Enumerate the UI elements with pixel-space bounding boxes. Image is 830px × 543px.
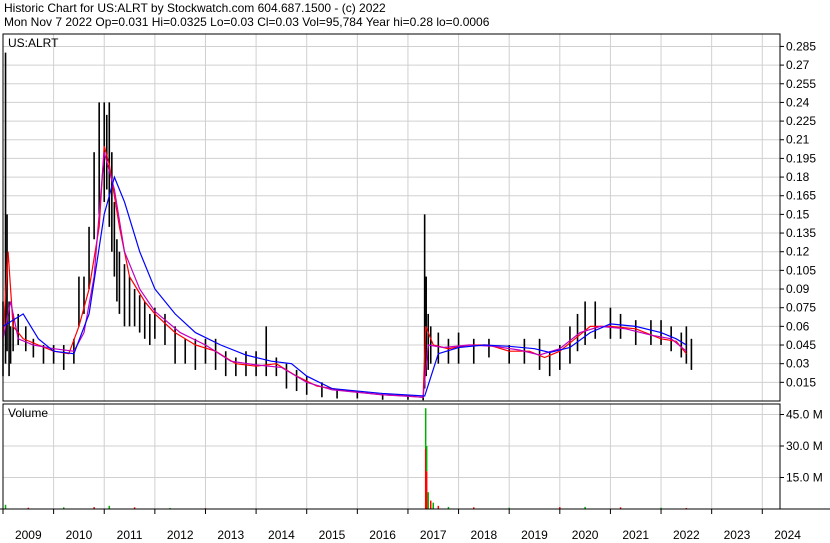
price-tick-label: 0.24: [786, 95, 810, 109]
moving-average-line: [2, 152, 687, 398]
x-tick-label: 2016: [369, 528, 396, 542]
price-bars: [2, 52, 693, 401]
price-tick-label: 0.135: [786, 226, 816, 240]
price-tick-label: 0.015: [786, 375, 816, 389]
x-tick-label: 2022: [673, 528, 700, 542]
moving-average-line: [2, 145, 687, 398]
price-tick-label: 0.15: [786, 207, 810, 221]
x-tick-label: 2023: [724, 528, 751, 542]
moving-average-line: [2, 175, 687, 397]
volume-tick-label: 30.0 M: [786, 439, 823, 453]
price-tick-label: 0.195: [786, 151, 816, 165]
price-panel-title: US:ALRT: [8, 36, 59, 50]
price-tick-label: 0.09: [786, 282, 810, 296]
price-tick-label: 0.225: [786, 114, 816, 128]
x-tick-label: 2021: [622, 528, 649, 542]
price-tick-label: 0.105: [786, 263, 816, 277]
volume-panel-frame: [2, 403, 781, 510]
x-tick-label: 2018: [471, 528, 498, 542]
price-axis-ticks: 0.285 0.27 0.255 0.24 0.225 0.21 0.195 0.18 0.16…: [780, 39, 816, 389]
x-tick-label: 2013: [217, 528, 244, 542]
price-tick-label: 0.18: [786, 170, 810, 184]
stock-chart: 0.285 0.27 0.255 0.24 0.225 0.21 0.195 0.18 0.16…: [0, 33, 830, 542]
volume-bars: [4, 408, 688, 509]
x-tick-label: 2017: [420, 528, 447, 542]
x-tick-label: 2012: [167, 528, 194, 542]
price-tick-label: 0.045: [786, 338, 816, 352]
price-tick-label: 0.21: [786, 133, 810, 147]
moving-averages: [2, 145, 687, 398]
price-tick-label: 0.075: [786, 301, 816, 315]
volume-tick-label: 45.0 M: [786, 408, 823, 422]
x-tick-label: 2014: [268, 528, 295, 542]
price-tick-label: 0.27: [786, 58, 810, 72]
x-tick-label: 2009: [15, 528, 42, 542]
volume-panel: 45.0 M 30.0 M 15.0 M Volume: [2, 403, 823, 510]
volume-axis-ticks: 45.0 M 30.0 M 15.0 M: [780, 408, 823, 485]
price-tick-label: 0.03: [786, 357, 810, 371]
price-panel: 0.285 0.27 0.255 0.24 0.225 0.21 0.195 0.18 0.16…: [2, 33, 816, 402]
volume-tick-label: 15.0 M: [786, 471, 823, 485]
price-tick-label: 0.255: [786, 77, 816, 91]
price-tick-label: 0.285: [786, 39, 816, 53]
price-tick-label: 0.12: [786, 245, 810, 259]
volume-panel-title: Volume: [8, 406, 48, 420]
x-tick-label: 2011: [117, 528, 143, 542]
x-tick-label: 2015: [319, 528, 346, 542]
x-tick-label: 2020: [572, 528, 599, 542]
x-tick-label: 2024: [774, 528, 801, 542]
price-tick-label: 0.06: [786, 319, 810, 333]
price-tick-label: 0.165: [786, 189, 816, 203]
x-tick-label: 2019: [521, 528, 548, 542]
x-axis: 2009 2010 2011 2012 2013 2014 2015 2016 2017 2018…: [0, 508, 830, 542]
volume-gridlines: [3, 404, 780, 509]
x-tick-label: 2010: [66, 528, 93, 542]
